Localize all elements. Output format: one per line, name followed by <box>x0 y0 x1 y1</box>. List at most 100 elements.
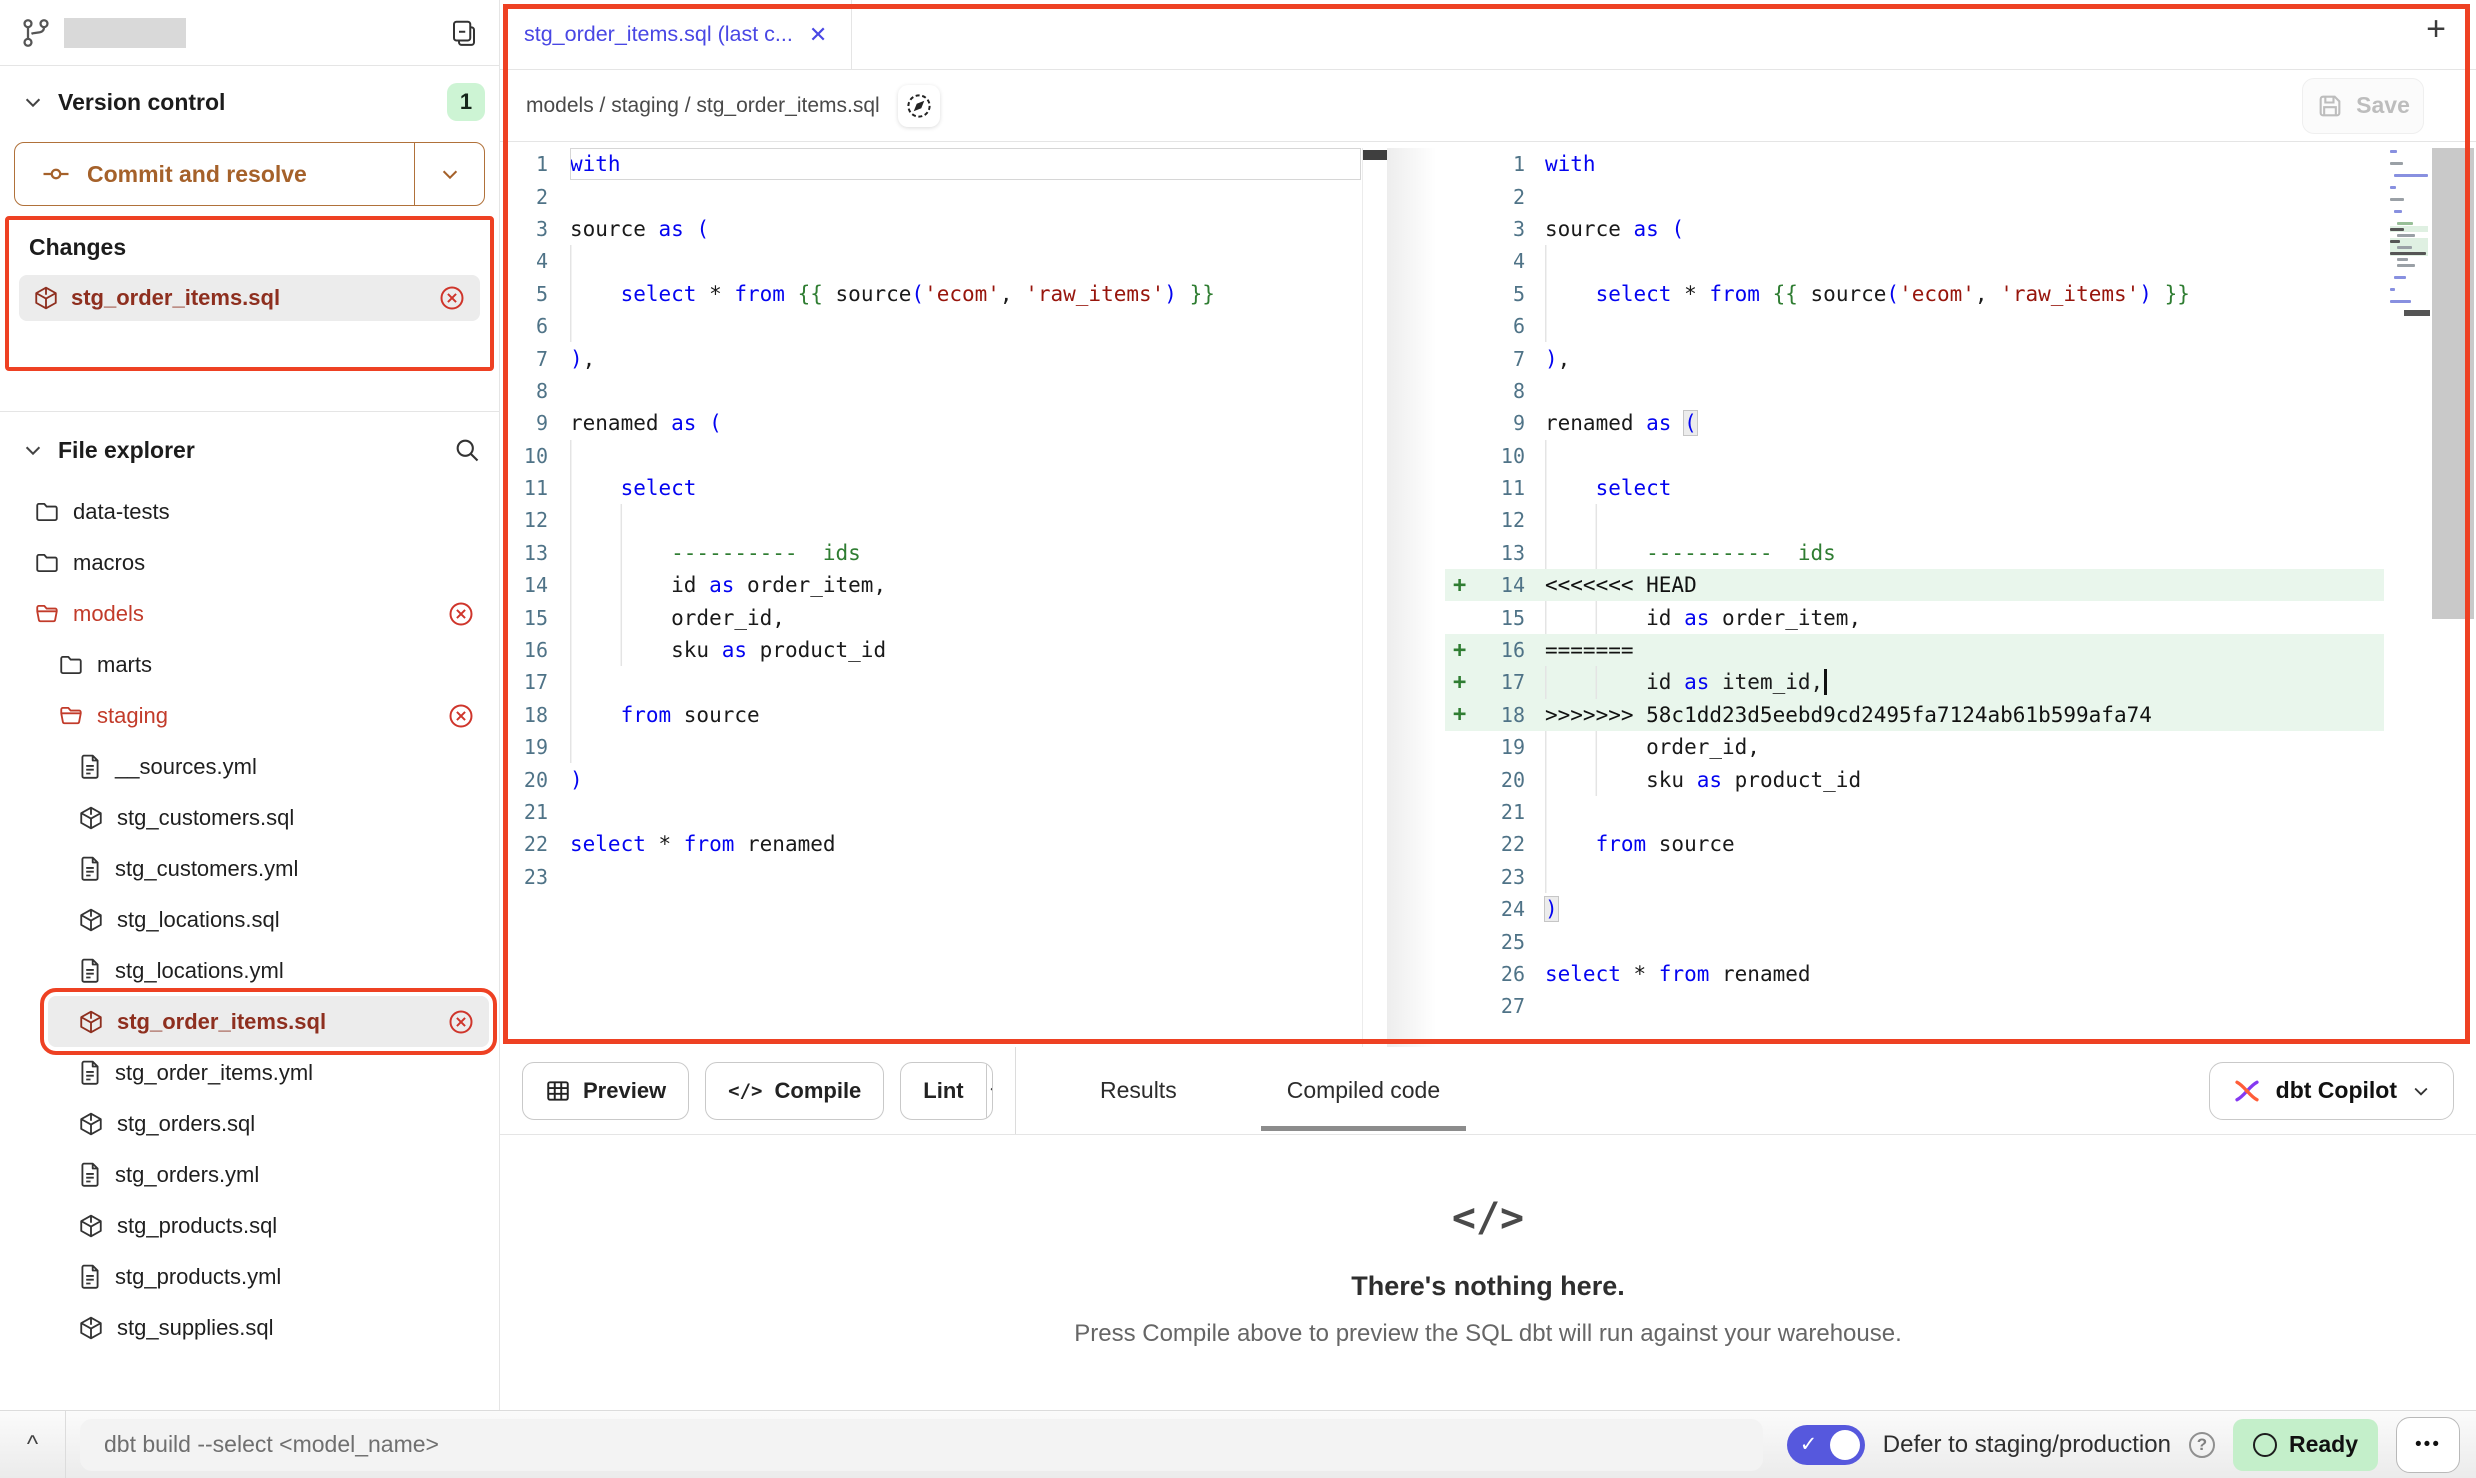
file-row-stg-customers-yml[interactable]: stg_customers.yml <box>0 843 489 894</box>
code-line-18: 18from source <box>500 699 1361 731</box>
editor-pane-left[interactable]: 1with23source as (45select * from {{ sou… <box>500 148 1387 1047</box>
code-content: renamed as ( <box>570 407 1361 439</box>
diff-gutter <box>1445 440 1481 472</box>
file-explorer-header[interactable]: File explorer <box>22 428 481 472</box>
file-row-macros[interactable]: macros <box>0 537 489 588</box>
file-row-models[interactable]: models <box>0 588 489 639</box>
code-line-14: +14<<<<<<< HEAD <box>1445 569 2384 601</box>
code-line-2: 2 <box>500 180 1361 212</box>
folder-icon <box>34 499 60 525</box>
file-row-stg-supplies-sql[interactable]: stg_supplies.sql <box>0 1302 489 1353</box>
copilot-icon <box>2232 1076 2262 1106</box>
diff-gutter <box>1445 148 1481 180</box>
minimap[interactable] <box>2390 148 2428 310</box>
command-input[interactable]: dbt build --select <model_name> <box>80 1419 1763 1471</box>
code-content <box>1545 440 2384 472</box>
file-label: stg_supplies.sql <box>117 1315 274 1341</box>
folder-icon <box>58 652 84 678</box>
line-number: 10 <box>1481 440 1539 472</box>
commit-and-resolve-button[interactable]: Commit and resolve <box>14 142 485 206</box>
code-content <box>570 245 1361 277</box>
file-label: data-tests <box>73 499 170 525</box>
discard-file-icon[interactable] <box>447 600 475 628</box>
file-row--sources-yml[interactable]: __sources.yml <box>0 741 489 792</box>
file-label: stg_customers.sql <box>117 805 294 831</box>
line-number: 27 <box>1481 990 1539 1022</box>
discard-file-icon[interactable] <box>447 1008 475 1036</box>
diff-gutter <box>1445 375 1481 407</box>
line-number: 9 <box>500 407 564 439</box>
code-line-23: 23 <box>500 861 1361 893</box>
code-content <box>570 666 1361 698</box>
file-row-staging[interactable]: staging <box>0 690 489 741</box>
code-content <box>570 504 1361 536</box>
line-number: 26 <box>1481 958 1539 990</box>
line-number: 25 <box>1481 925 1539 957</box>
code-content: from source <box>1545 828 2384 860</box>
code-line-11: 11select <box>1445 472 2384 504</box>
line-number: 1 <box>500 148 564 180</box>
code-content <box>1545 504 2384 536</box>
file-row-data-tests[interactable]: data-tests <box>0 486 489 537</box>
line-number: 2 <box>1481 180 1539 212</box>
file-row-stg-orders-yml[interactable]: stg_orders.yml <box>0 1149 489 1200</box>
file-row-stg-products-sql[interactable]: stg_products.sql <box>0 1200 489 1251</box>
file-label: stg_locations.yml <box>115 958 284 984</box>
right-pane-scrollbar[interactable] <box>2432 148 2474 619</box>
tab-bar: stg_order_items.sql (last c... ✕ + <box>500 0 2476 70</box>
diff-gutter <box>1445 893 1481 925</box>
cube-icon <box>78 1111 104 1137</box>
commit-options-caret[interactable] <box>414 143 484 205</box>
left-pane-scrollbar[interactable] <box>1362 148 1387 1047</box>
file-row-stg-locations-yml[interactable]: stg_locations.yml <box>0 945 489 996</box>
file-row-marts[interactable]: marts <box>0 639 489 690</box>
tab-stg-order-items[interactable]: stg_order_items.sql (last c... ✕ <box>500 0 852 69</box>
file-row-stg-locations-sql[interactable]: stg_locations.sql <box>0 894 489 945</box>
file-row-stg-order-items-yml[interactable]: stg_order_items.yml <box>0 1047 489 1098</box>
line-number: 7 <box>1481 342 1539 374</box>
save-button[interactable]: Save <box>2302 78 2424 134</box>
expand-command-bar-button[interactable]: ^ <box>0 1411 66 1478</box>
code-line-21: 21 <box>1445 796 2384 828</box>
defer-toggle[interactable]: ✓ <box>1787 1425 1865 1465</box>
code-content: ---------- ids <box>570 537 1361 569</box>
version-control-header[interactable]: Version control 1 <box>22 80 485 124</box>
code-line-12: 12 <box>1445 504 2384 536</box>
file-row-stg-customers-sql[interactable]: stg_customers.sql <box>0 792 489 843</box>
search-icon[interactable] <box>453 436 481 464</box>
copy-icon[interactable] <box>449 18 479 48</box>
file-label: stg_order_items.sql <box>117 1009 326 1035</box>
code-line-5: 5select * from {{ source('ecom', 'raw_it… <box>1445 278 2384 310</box>
dbt-copilot-button[interactable]: dbt Copilot <box>2209 1062 2454 1120</box>
file-row-stg-orders-sql[interactable]: stg_orders.sql <box>0 1098 489 1149</box>
help-icon[interactable]: ? <box>2189 1432 2215 1458</box>
file-label: stg_locations.sql <box>117 907 280 933</box>
lineage-button[interactable] <box>898 85 940 127</box>
code-content: select <box>1545 472 2384 504</box>
file-row-stg-order-items-sql[interactable]: stg_order_items.sql <box>48 996 489 1047</box>
code-content <box>1545 310 2384 342</box>
preview-button[interactable]: Preview <box>522 1062 689 1120</box>
code-content: <<<<<<< HEAD <box>1545 569 2384 601</box>
commit-button-main[interactable]: Commit and resolve <box>15 143 414 205</box>
changes-label: Changes <box>29 234 480 261</box>
lint-options-caret[interactable] <box>986 1063 993 1119</box>
lint-button[interactable]: Lint <box>900 1062 993 1120</box>
tab-results[interactable]: Results <box>1074 1047 1203 1134</box>
discard-change-icon[interactable] <box>438 284 466 312</box>
doc-icon <box>78 856 102 882</box>
changed-file-row[interactable]: stg_order_items.sql <box>19 275 480 321</box>
discard-file-icon[interactable] <box>447 702 475 730</box>
branch-bar <box>0 0 499 66</box>
tab-compiled-code[interactable]: Compiled code <box>1261 1047 1466 1134</box>
new-tab-button[interactable]: + <box>2426 12 2446 46</box>
more-options-button[interactable]: ••• <box>2396 1417 2460 1473</box>
code-content: renamed as ( <box>1545 407 2384 439</box>
file-row-stg-products-yml[interactable]: stg_products.yml <box>0 1251 489 1302</box>
close-tab-icon[interactable]: ✕ <box>809 22 827 48</box>
folder-icon <box>34 550 60 576</box>
file-label: stg_products.sql <box>117 1213 277 1239</box>
editor-pane-right[interactable]: 1with23source as (45select * from {{ sou… <box>1445 148 2476 1047</box>
compile-button[interactable]: </> Compile <box>705 1062 884 1120</box>
line-number: 15 <box>1481 601 1539 633</box>
